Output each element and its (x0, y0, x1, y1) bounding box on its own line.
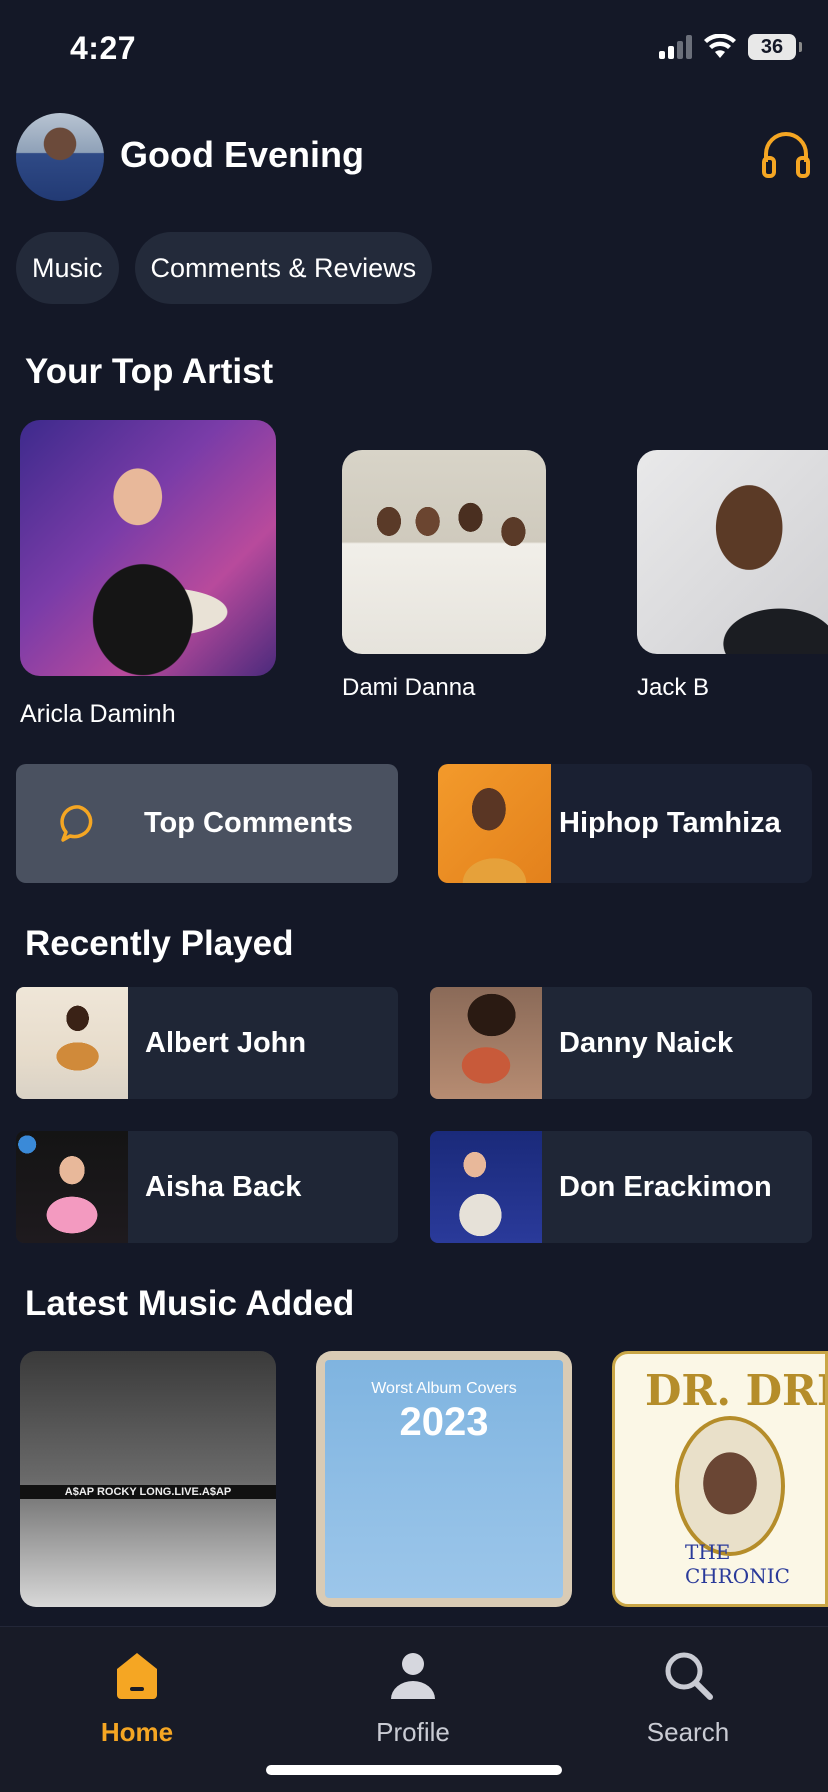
section-title-recently-played: Recently Played (25, 924, 294, 963)
album-cover-subtitle: THE CHRONIC (685, 1540, 790, 1588)
recent-thumbnail (16, 987, 128, 1099)
recent-item[interactable]: Danny Naick (430, 987, 812, 1099)
greeting-title: Good Evening (120, 134, 365, 175)
wifi-icon (704, 34, 736, 58)
album-cover-year: 2023 (399, 1400, 489, 1444)
hiphop-playlist-card[interactable]: Hiphop Tamhiza (438, 764, 812, 883)
album-cover-text: A$AP ROCKY LONG.LIVE.A$AP (20, 1485, 276, 1499)
playlist-thumbnail (438, 764, 551, 883)
top-comments-button[interactable]: Top Comments (16, 764, 398, 883)
album-cover-text: Worst Album Covers (371, 1380, 517, 1397)
tab-profile[interactable]: Profile (323, 1647, 503, 1748)
top-artist-carousel[interactable]: Aricla Daminh Dami Danna Jack B (0, 420, 828, 730)
artist-card[interactable]: Jack B (637, 450, 828, 702)
album-cover[interactable]: DR. DRE THE CHRONIC (612, 1351, 828, 1607)
artist-photo (20, 420, 276, 676)
bottom-tab-bar: Home Profile Search (0, 1626, 828, 1792)
tab-profile-label: Profile (376, 1717, 450, 1747)
recent-item-label: Danny Naick (559, 1026, 734, 1059)
filter-chips: Music Comments & Reviews (16, 232, 433, 304)
artist-name: Dami Danna (342, 674, 476, 701)
hiphop-label: Hiphop Tamhiza (559, 807, 781, 839)
comment-icon (60, 804, 93, 842)
battery-icon: 36 (748, 34, 802, 60)
recent-item-label: Aisha Back (145, 1170, 302, 1203)
artist-photo (637, 450, 828, 654)
home-indicator (266, 1765, 562, 1775)
artist-name: Aricla Daminh (20, 700, 176, 728)
chip-music[interactable]: Music (16, 232, 119, 304)
recent-item-label: Don Erackimon (559, 1170, 772, 1203)
recent-item[interactable]: Albert John (16, 987, 398, 1099)
latest-music-carousel[interactable]: A$AP ROCKY LONG.LIVE.A$AP Worst Album Co… (0, 1351, 828, 1611)
artist-photo (342, 450, 546, 654)
section-title-top-artist: Your Top Artist (25, 352, 274, 391)
artist-card[interactable]: Aricla Daminh (20, 420, 276, 729)
top-comments-label: Top Comments (144, 807, 353, 839)
tab-home[interactable]: Home (47, 1647, 227, 1748)
profile-icon (391, 1653, 435, 1699)
section-title-latest-music: Latest Music Added (25, 1284, 355, 1323)
recent-thumbnail (16, 1131, 128, 1243)
recent-item[interactable]: Don Erackimon (430, 1131, 812, 1243)
headphones-icon[interactable] (760, 128, 812, 180)
recent-item[interactable]: Aisha Back (16, 1131, 398, 1243)
recent-thumbnail (430, 1131, 542, 1243)
avatar[interactable] (16, 113, 104, 201)
album-cover-text: DR. DRE (645, 1366, 825, 1415)
chip-comments-reviews[interactable]: Comments & Reviews (134, 232, 433, 304)
home-icon (117, 1653, 157, 1699)
status-icons: 36 (659, 34, 802, 60)
search-icon (665, 1652, 713, 1700)
album-cover[interactable]: A$AP ROCKY LONG.LIVE.A$AP (20, 1351, 276, 1607)
featured-cards: Top Comments Hiphop Tamhiza (16, 764, 812, 883)
artist-name: Jack B (637, 674, 710, 701)
header: Good Evening (16, 110, 812, 202)
status-time: 4:27 (70, 30, 137, 66)
recent-item-label: Albert John (145, 1026, 307, 1059)
recent-thumbnail (430, 987, 542, 1099)
status-bar: 4:27 36 (0, 0, 828, 100)
album-cover[interactable]: Worst Album Covers 2023 (316, 1351, 572, 1607)
artist-card[interactable]: Dami Danna (342, 450, 546, 702)
tab-search-label: Search (646, 1717, 730, 1747)
tab-search[interactable]: Search (598, 1647, 778, 1748)
cellular-signal-icon (659, 35, 692, 59)
tab-home-label: Home (100, 1717, 174, 1747)
